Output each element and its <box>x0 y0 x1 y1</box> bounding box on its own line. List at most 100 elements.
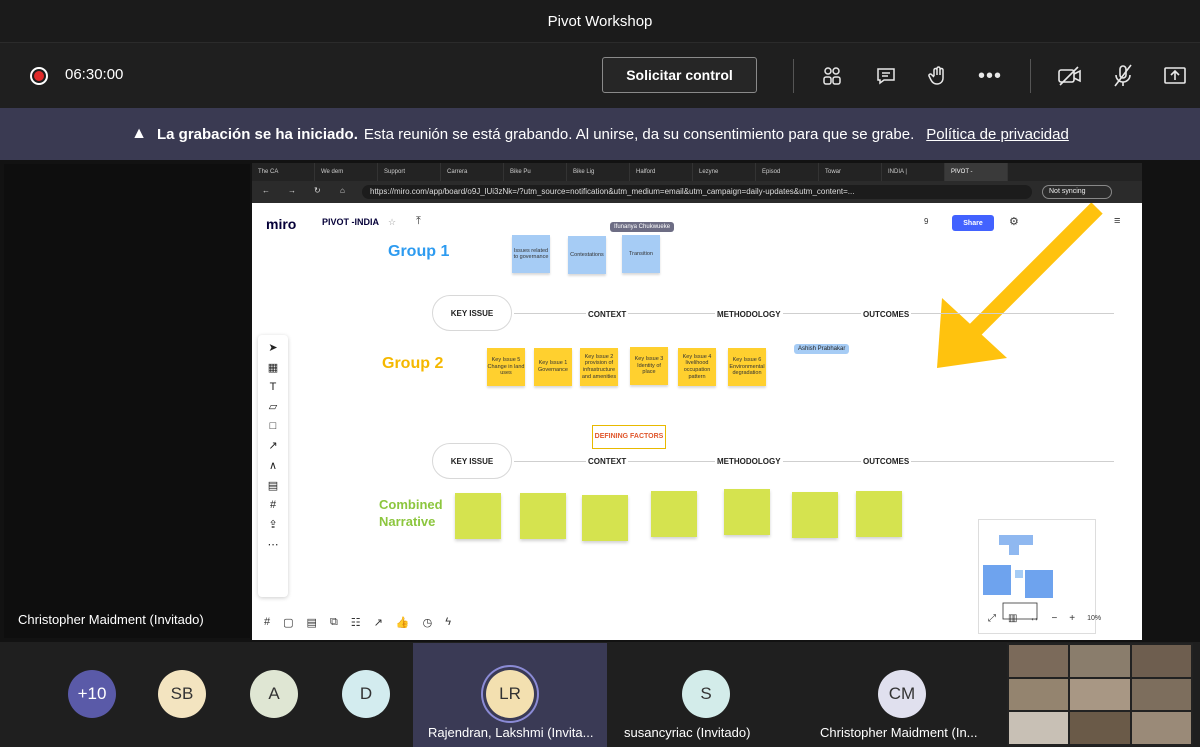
chat-icon[interactable] <box>871 61 901 91</box>
browser-tab[interactable]: Bike Lig <box>567 163 630 181</box>
privacy-policy-link[interactable]: Política de privacidad <box>926 126 1069 143</box>
participant-avatar[interactable]: D <box>342 670 390 718</box>
banner-message: Esta reunión se está grabando. Al unirse… <box>363 125 915 143</box>
sticky-note-tool-icon[interactable]: ▱ <box>269 400 277 413</box>
key-issue-pill[interactable]: KEY ISSUE <box>432 295 512 331</box>
sync-status[interactable]: Not syncing <box>1042 185 1112 199</box>
sticky-note[interactable] <box>724 489 770 535</box>
sticky-note[interactable]: Key Issue 6 Environmental degradation <box>728 348 766 386</box>
timer-icon[interactable]: ◷ <box>423 616 433 629</box>
frames-icon[interactable]: # <box>264 616 270 628</box>
home-icon[interactable]: ⌂ <box>340 186 345 195</box>
comment-tool-icon[interactable]: ▤ <box>268 479 278 492</box>
browser-tab[interactable]: We dem <box>315 163 378 181</box>
sticky-note[interactable] <box>582 495 628 541</box>
sticky-note[interactable]: Key Issue 1 Governance <box>534 348 572 386</box>
forward-icon[interactable]: → <box>288 186 296 195</box>
zoom-in-icon[interactable]: + <box>1069 613 1075 624</box>
shared-screen: The CA We dem Support Carrera Bike Pu Bi… <box>252 163 1142 640</box>
combined-label-line2: Narrative <box>379 513 436 529</box>
frame-tool-icon[interactable]: # <box>270 499 276 511</box>
url-field[interactable]: https://miro.com/app/board/o9J_lUi3zNk=/… <box>362 185 1032 199</box>
share-screen-icon[interactable] <box>1160 61 1190 91</box>
more-options-icon[interactable]: ••• <box>975 61 1005 91</box>
export-icon[interactable]: ⤒ <box>416 215 421 228</box>
fit-icon[interactable]: ↔ <box>1029 613 1039 624</box>
more-tools-icon[interactable]: ⋯ <box>268 538 279 551</box>
participant-avatar-speaking[interactable]: LR <box>486 670 534 718</box>
browser-tab-active[interactable]: PIVOT - <box>945 163 1008 181</box>
cursor-label: Ashish Prabhakar <box>794 344 850 354</box>
shape-tool-icon[interactable]: □ <box>270 420 277 432</box>
chat-icon[interactable]: ▤ <box>307 616 317 629</box>
browser-address-bar: ← → ↻ ⌂ https://miro.com/app/board/o9J_l… <box>252 181 1142 203</box>
pen-tool-icon[interactable]: ∧ <box>269 459 277 472</box>
window-title-bar: Pivot Workshop <box>0 0 1200 42</box>
overflow-participants-avatar[interactable]: +10 <box>68 670 116 718</box>
connector-tool-icon[interactable]: ↗ <box>268 439 277 452</box>
fullscreen-icon[interactable]: ⤢ <box>988 613 996 624</box>
power-icon[interactable]: ϟ <box>445 616 451 628</box>
defining-factors-box[interactable]: DEFINING FACTORS <box>592 425 666 449</box>
upload-tool-icon[interactable]: ⇪ <box>268 518 277 531</box>
select-tool-icon[interactable]: ➤ <box>268 341 277 354</box>
participant-avatar[interactable]: CM <box>878 670 926 718</box>
miro-board[interactable]: miro PIVOT -INDIA ☆ ⤒ Share 9 ⚙ ⌕ ≡ Grou… <box>252 203 1142 640</box>
browser-tab[interactable]: Lezyne <box>693 163 756 181</box>
browser-tab[interactable]: Support <box>378 163 441 181</box>
browser-tab[interactable]: Episod <box>756 163 819 181</box>
browser-tab[interactable]: Halford <box>630 163 693 181</box>
zoom-controls: ⤢ ▥ ↔ − + 10% <box>988 613 1101 624</box>
meeting-toolbar: 06:30:00 Solicitar control ••• <box>0 42 1200 108</box>
sticky-note[interactable]: Contestations <box>568 236 606 274</box>
cards-icon[interactable]: ☷ <box>351 616 361 629</box>
participant-avatar[interactable]: SB <box>158 670 206 718</box>
browser-tab[interactable]: INDIA | <box>882 163 945 181</box>
sticky-note[interactable] <box>856 491 902 537</box>
toolbar-divider <box>793 59 794 93</box>
star-icon[interactable]: ☆ <box>388 217 396 228</box>
group-2-label: Group 2 <box>382 355 444 372</box>
screen-share-icon[interactable]: ⧉ <box>330 616 338 629</box>
miro-logo: miro <box>266 216 297 232</box>
gallery-video-grid[interactable] <box>1007 643 1193 746</box>
presenter-video-tile <box>4 164 250 638</box>
raise-hand-icon[interactable] <box>923 61 953 91</box>
back-icon[interactable]: ← <box>262 186 270 195</box>
sticky-note[interactable]: Transition <box>622 235 660 273</box>
browser-tab[interactable]: Bike Pu <box>504 163 567 181</box>
share-out-icon[interactable]: ↗ <box>374 616 383 629</box>
browser-tab[interactable]: Carrera <box>441 163 504 181</box>
text-tool-icon[interactable]: T <box>270 381 277 393</box>
key-issue-pill[interactable]: KEY ISSUE <box>432 443 512 479</box>
sticky-note[interactable]: Key Issue 3 Identity of place <box>630 347 668 385</box>
sticky-note[interactable] <box>455 493 501 539</box>
sticky-note[interactable]: Key Issue 2 provision of infrastructure … <box>580 348 618 386</box>
sticky-note[interactable] <box>651 491 697 537</box>
zoom-out-icon[interactable]: − <box>1051 613 1057 624</box>
window-title: Pivot Workshop <box>547 12 653 30</box>
sticky-note[interactable]: Issues related to governance <box>512 235 550 273</box>
sticky-note[interactable]: Key Issue 5 Change in land uses <box>487 348 525 386</box>
video-thumbnail <box>1131 645 1191 677</box>
participant-avatar[interactable]: S <box>682 670 730 718</box>
browser-tab[interactable]: Towar <box>819 163 882 181</box>
microphone-muted-icon[interactable] <box>1108 61 1138 91</box>
browser-tab[interactable]: The CA <box>252 163 315 181</box>
sticky-note[interactable] <box>520 493 566 539</box>
camera-off-icon[interactable] <box>1055 61 1085 91</box>
video-thumbnail <box>1131 712 1191 744</box>
combined-label-line1: Combined <box>379 497 443 512</box>
sticky-note[interactable] <box>792 492 838 538</box>
participants-icon[interactable] <box>817 61 847 91</box>
board-title[interactable]: PIVOT -INDIA <box>322 217 379 227</box>
sticky-note[interactable]: Key Issue 4 livelihood occupation patter… <box>678 348 716 386</box>
outcomes-header: OUTCOMES <box>861 310 912 319</box>
like-icon[interactable]: 👍 <box>396 616 410 629</box>
comment-icon[interactable]: ▢ <box>283 616 293 629</box>
template-tool-icon[interactable]: ▦ <box>268 361 278 374</box>
request-control-button[interactable]: Solicitar control <box>602 57 757 93</box>
map-icon[interactable]: ▥ <box>1008 613 1017 624</box>
reload-icon[interactable]: ↻ <box>314 186 321 195</box>
participant-avatar[interactable]: A <box>250 670 298 718</box>
